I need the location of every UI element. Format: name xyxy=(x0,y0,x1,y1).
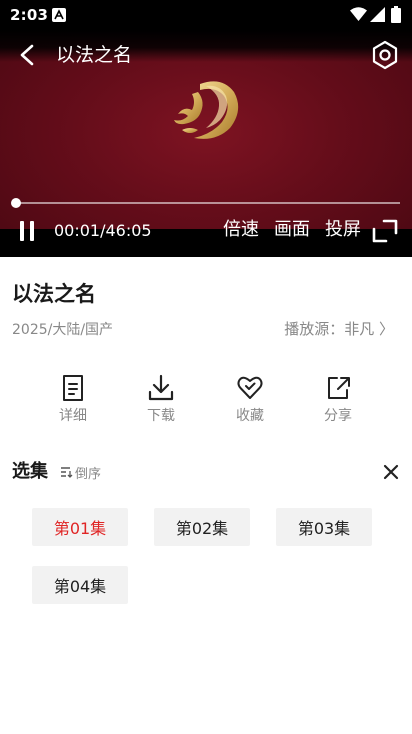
progress-bar[interactable] xyxy=(11,198,400,208)
settings-icon[interactable] xyxy=(370,40,400,70)
cast-button[interactable]: 投屏 xyxy=(325,218,361,242)
show-meta: 2025/大陆/国产 xyxy=(12,322,114,338)
share-icon xyxy=(328,377,350,399)
video-player[interactable]: 以法之名 00:01/46:05 倍速 画面 投屏 xyxy=(0,30,412,257)
channel-logo-icon xyxy=(174,81,239,139)
wifi-icon xyxy=(350,7,367,21)
speed-button[interactable]: 倍速 xyxy=(223,218,259,242)
app-notification-icon xyxy=(52,8,66,22)
pause-icon xyxy=(20,221,34,241)
pause-button[interactable] xyxy=(14,218,40,244)
favorite-label: 收藏 xyxy=(236,408,264,424)
player-title: 以法之名 xyxy=(56,44,133,66)
sort-label: 倒序 xyxy=(75,466,102,482)
status-time: 2:03 xyxy=(10,6,49,24)
episode-button-01[interactable]: 第01集 xyxy=(32,508,128,546)
share-button[interactable]: 分享 xyxy=(308,374,368,430)
episodes-title: 选集 xyxy=(12,461,48,482)
signal-icon xyxy=(370,7,385,22)
download-button[interactable]: 下载 xyxy=(131,374,191,430)
detail-button[interactable]: 详细 xyxy=(43,374,103,430)
episode-button-03[interactable]: 第03集 xyxy=(276,508,372,546)
episode-button-04[interactable]: 第04集 xyxy=(32,566,128,604)
source-selector[interactable]: 播放源：非凡 〉 xyxy=(284,319,394,339)
download-icon xyxy=(148,374,174,401)
status-bar: 2:03 xyxy=(0,0,412,30)
favorite-button[interactable]: 收藏 xyxy=(220,374,280,430)
sort-icon xyxy=(61,467,73,478)
download-label: 下载 xyxy=(147,408,175,424)
close-icon[interactable] xyxy=(382,463,400,481)
playback-time: 00:01/46:05 xyxy=(54,221,152,240)
picture-button[interactable]: 画面 xyxy=(274,218,310,242)
detail-label: 详细 xyxy=(59,408,87,424)
chevron-left-icon xyxy=(20,44,34,66)
battery-icon xyxy=(391,6,401,23)
episode-button-02[interactable]: 第02集 xyxy=(154,508,250,546)
share-label: 分享 xyxy=(324,408,352,424)
show-title: 以法之名 xyxy=(12,282,96,306)
fullscreen-icon[interactable] xyxy=(372,219,398,243)
progress-thumb[interactable] xyxy=(11,198,22,208)
sort-toggle-button[interactable]: 倒序 xyxy=(60,462,101,482)
heart-icon xyxy=(237,376,263,399)
back-button[interactable] xyxy=(14,42,40,68)
document-icon xyxy=(63,375,83,401)
